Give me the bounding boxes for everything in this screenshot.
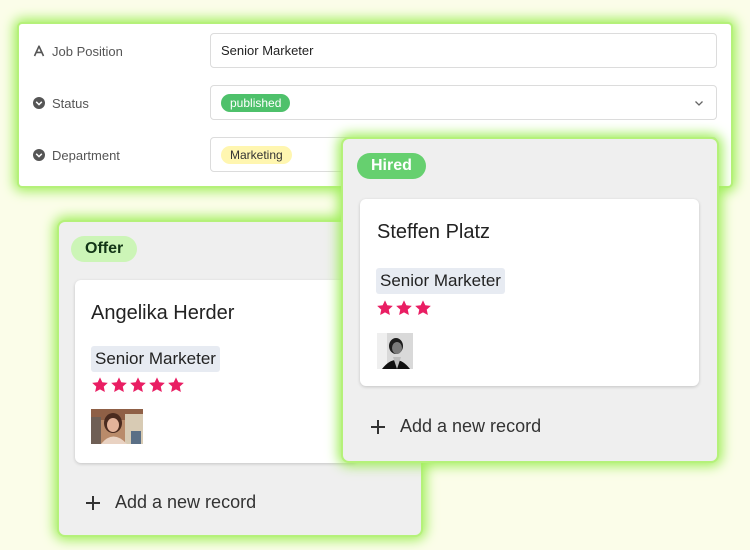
plus-icon [86,495,100,510]
status-label-text: Status [52,95,89,111]
rating-stars [376,299,432,317]
add-record-label: Add a new record [115,492,257,512]
department-label-text: Department [52,147,120,163]
avatar [377,333,413,369]
dropdown-icon [33,97,45,109]
star-icon [168,377,184,393]
star-icon [92,377,108,393]
photo-avatar-woman [91,409,143,444]
text-type-icon [33,45,45,57]
card-role-tag: Senior Marketer [91,346,220,372]
star-icon [396,300,412,316]
record-card[interactable]: Steffen Platz Senior Marketer [360,199,699,386]
dropdown-icon [33,149,45,161]
department-label: Department [33,137,120,173]
status-select[interactable]: published [210,85,717,120]
status-badge: published [221,93,291,112]
star-icon [415,300,431,316]
job-position-input[interactable]: Senior Marketer [210,33,717,68]
record-card[interactable]: Angelika Herder Senior Marketer [75,280,358,463]
photo-avatar-man-bw [377,333,413,369]
star-icon [130,377,146,393]
plus-icon [371,419,385,434]
job-position-label-text: Job Position [52,43,123,59]
column-title-offer: Offer [71,236,138,262]
department-badge: Marketing [221,145,292,164]
field-row-status: Status published [19,85,731,121]
card-name: Angelika Herder [91,302,235,324]
status-label: Status [33,85,89,121]
star-icon [377,300,393,316]
add-record-label: Add a new record [400,416,542,436]
column-title-hired: Hired [357,153,426,179]
field-row-job-position: Job Position Senior Marketer [19,33,731,69]
add-record-button[interactable]: Add a new record [85,492,256,513]
avatar [91,409,143,444]
star-icon [149,377,165,393]
job-position-value: Senior Marketer [221,43,314,58]
card-name: Steffen Platz [377,221,491,243]
add-record-button[interactable]: Add a new record [370,416,541,437]
star-icon [111,377,127,393]
kanban-column-hired: Hired Steffen Platz Senior Marketer Add … [343,139,717,461]
card-role-tag: Senior Marketer [376,268,505,294]
rating-stars [91,376,185,394]
job-position-label: Job Position [33,33,123,69]
chevron-down-icon[interactable] [694,98,704,108]
